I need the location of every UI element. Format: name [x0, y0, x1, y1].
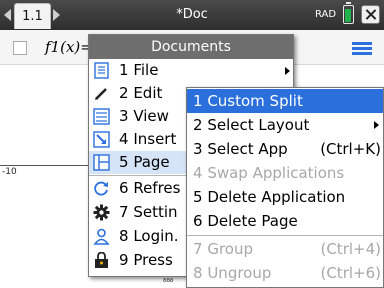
function-label[interactable]: f1(x)=	[45, 38, 93, 56]
lock-icon	[95, 252, 108, 268]
menu-item-label: File	[133, 61, 159, 79]
submenu-item-shortcut: (Ctrl+4)	[320, 240, 381, 258]
angle-mode-indicator: RAD	[315, 9, 337, 20]
submenu-item-number: 6	[193, 212, 203, 230]
menu-item-number: 7	[119, 203, 129, 221]
submenu-item-delete-application[interactable]: 5 Delete Application	[187, 185, 383, 209]
view-icon	[93, 108, 110, 125]
submenu-item-label: Delete Application	[207, 188, 346, 206]
x-axis-min-label: -10	[2, 167, 17, 177]
page-layout-icon	[93, 154, 110, 171]
page-submenu: 1 Custom Split 2 Select Layout 3 Select …	[186, 87, 384, 288]
menu-item-number: 5	[119, 153, 129, 171]
submenu-item-select-app[interactable]: 3 Select App (Ctrl+K)	[187, 137, 383, 161]
settings-gear-icon	[93, 204, 110, 221]
submenu-item-number: 5	[193, 188, 203, 206]
menu-item-number: 4	[119, 130, 129, 148]
submenu-item-custom-split[interactable]: 1 Custom Split	[187, 89, 383, 113]
menu-item-number: 8	[119, 227, 129, 245]
close-document-button[interactable]	[361, 5, 380, 24]
pencil-icon	[95, 88, 107, 100]
submenu-separator	[187, 235, 383, 236]
submenu-item-swap-applications: 4 Swap Applications	[187, 161, 383, 185]
submenu-item-shortcut: (Ctrl+K)	[320, 140, 381, 158]
menu-item-label: Insert	[133, 130, 177, 148]
submenu-item-label: Group	[207, 240, 253, 258]
submenu-item-label: Select Layout	[207, 116, 310, 134]
menu-item-label: Settin	[133, 203, 178, 221]
user-icon	[93, 228, 110, 245]
menu-item-file[interactable]: 1 File	[89, 59, 293, 82]
battery-icon	[343, 2, 354, 24]
title-bar: 1.1 *Doc RAD	[0, 0, 384, 30]
battery-level-fill	[345, 9, 351, 22]
menu-item-number: 6	[119, 179, 129, 197]
submenu-item-number: 2	[193, 116, 203, 134]
submenu-item-number: 4	[193, 164, 203, 182]
insert-icon	[93, 131, 110, 148]
menu-item-number: 9	[119, 251, 129, 269]
refresh-icon	[94, 181, 108, 196]
submenu-item-number: 1	[193, 92, 203, 110]
menu-item-label: Page	[133, 153, 170, 171]
submenu-item-label: Delete Page	[207, 212, 298, 230]
menu-item-number: 1	[119, 61, 129, 79]
menu-item-label: Refres	[133, 179, 181, 197]
submenu-item-number: 7	[193, 240, 203, 258]
documents-menu-title: Documents	[89, 35, 293, 59]
menu-item-number: 2	[119, 84, 129, 102]
submenu-item-label: Swap Applications	[207, 164, 345, 182]
submenu-item-shortcut: (Ctrl+6)	[320, 264, 381, 282]
submenu-item-number: 8	[193, 264, 203, 282]
menu-item-label: Edit	[133, 84, 163, 102]
submenu-item-label: Ungroup	[207, 264, 272, 282]
menu-item-label: View	[133, 107, 169, 125]
submenu-arrow-icon	[285, 67, 290, 75]
menu-item-label: Press	[133, 251, 173, 269]
list-menu-icon[interactable]	[352, 42, 372, 56]
submenu-item-ungroup: 8 Ungroup (Ctrl+6)	[187, 261, 383, 285]
submenu-item-number: 3	[193, 140, 203, 158]
submenu-item-group: 7 Group (Ctrl+4)	[187, 237, 383, 261]
menu-item-number: 3	[119, 107, 129, 125]
submenu-item-delete-page[interactable]: 6 Delete Page	[187, 209, 383, 233]
axis-tick-label: ᵟᵟᵟ	[163, 278, 174, 288]
submenu-arrow-icon	[374, 121, 379, 129]
function-visibility-checkbox[interactable]	[13, 41, 27, 55]
submenu-item-label: Select App	[207, 140, 288, 158]
submenu-item-select-layout[interactable]: 2 Select Layout	[187, 113, 383, 137]
file-icon	[94, 62, 109, 79]
menu-item-label: Login.	[133, 227, 179, 245]
submenu-item-label: Custom Split	[207, 92, 303, 110]
